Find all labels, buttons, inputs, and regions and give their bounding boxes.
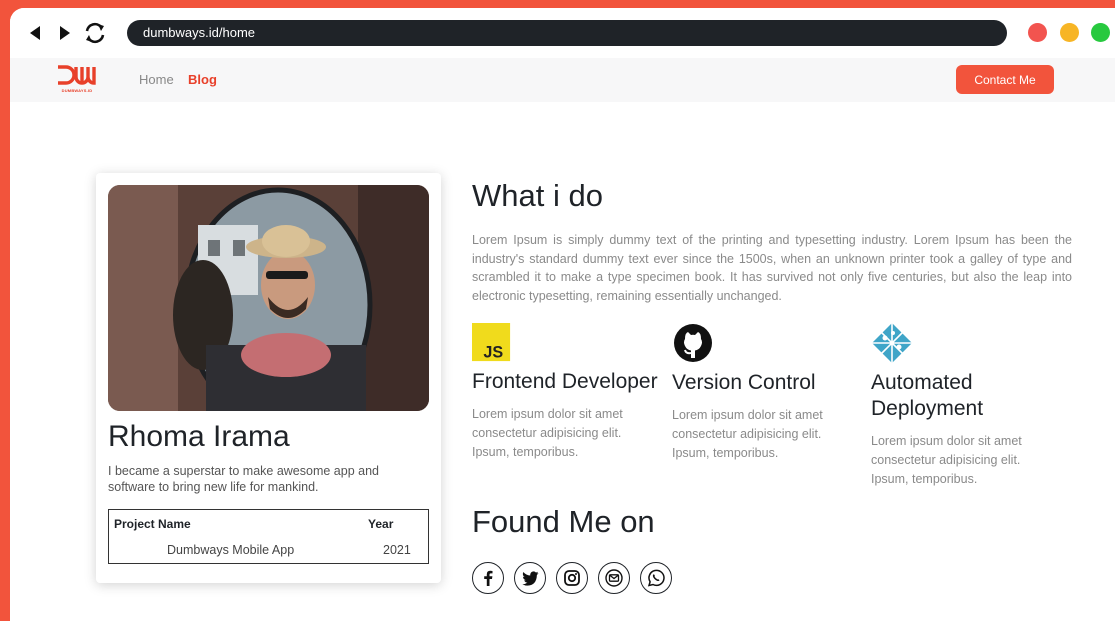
whatsapp-icon [647,569,665,587]
twitter-link[interactable] [514,562,546,594]
profile-photo-illustration [108,185,429,411]
nav-link-home[interactable]: Home [139,72,174,87]
found-me-heading: Found Me on [472,504,655,539]
profile-card: Rhoma Irama I became a superstar to make… [96,173,441,583]
skill-text: Lorem ipsum dolor sit amet consectetur a… [871,434,1022,486]
close-window-dot[interactable] [1028,23,1047,42]
maximize-window-dot[interactable] [1091,23,1110,42]
email-icon [605,569,623,587]
whatsapp-link[interactable] [640,562,672,594]
nav-link-blog[interactable]: Blog [188,72,217,87]
browser-window: dumbways.id/home DUMBWAYS.ID Home Blog C… [10,8,1115,621]
profile-bio: I became a superstar to make awesome app… [108,464,379,494]
skill-text: Lorem ipsum dolor sit amet consectetur a… [672,408,823,460]
skill-version-control: Version Control Lorem ipsum dolor sit am… [672,322,862,463]
dw-logo-mark [58,65,96,85]
back-arrow-icon [30,26,40,40]
facebook-icon [484,570,493,586]
profile-photo [108,185,429,411]
dumbways-logo[interactable]: DUMBWAYS.ID [56,64,98,96]
skill-frontend: JS Frontend Developer Lorem ipsum dolor … [472,322,662,462]
svg-text:JS: JS [483,343,503,361]
skill-title: Frontend Developer [472,370,658,393]
table-cell-project: Dumbways Mobile App [167,543,295,557]
table-cell-year: 2021 [383,543,411,557]
forward-button[interactable] [54,22,76,44]
twitter-icon [521,570,538,586]
contact-me-button[interactable]: Contact Me [956,65,1054,94]
logo-subtext: DUMBWAYS.ID [61,88,93,93]
project-table: Project Name Year Dumbways Mobile App 20… [108,509,429,564]
instagram-link[interactable] [556,562,588,594]
github-icon [674,324,712,362]
reload-icon [85,22,105,44]
social-links [472,562,672,594]
table-header-year: Year [368,517,394,531]
what-i-do-heading: What i do [472,178,603,213]
reload-button[interactable] [82,22,108,44]
back-button[interactable] [24,22,46,44]
about-description: Lorem Ipsum is simply dummy text of the … [472,233,1072,303]
minimize-window-dot[interactable] [1060,23,1079,42]
skill-title: Automated Deployment [871,371,984,420]
facebook-link[interactable] [472,562,504,594]
profile-name: Rhoma Irama [108,420,290,453]
js-icon: JS [472,323,511,361]
address-bar[interactable]: dumbways.id/home [127,20,1007,46]
browser-toolbar: dumbways.id/home [10,8,1115,58]
skill-title: Version Control [672,371,816,394]
table-header-project: Project Name [114,517,191,531]
skill-deployment: Automated Deployment Lorem ipsum dolor s… [871,322,1061,489]
netlify-icon [872,323,912,363]
email-link[interactable] [598,562,630,594]
skill-text: Lorem ipsum dolor sit amet consectetur a… [472,407,623,459]
instagram-icon [564,570,580,586]
site-navbar: DUMBWAYS.ID Home Blog Contact Me [10,58,1115,102]
forward-arrow-icon [60,26,70,40]
